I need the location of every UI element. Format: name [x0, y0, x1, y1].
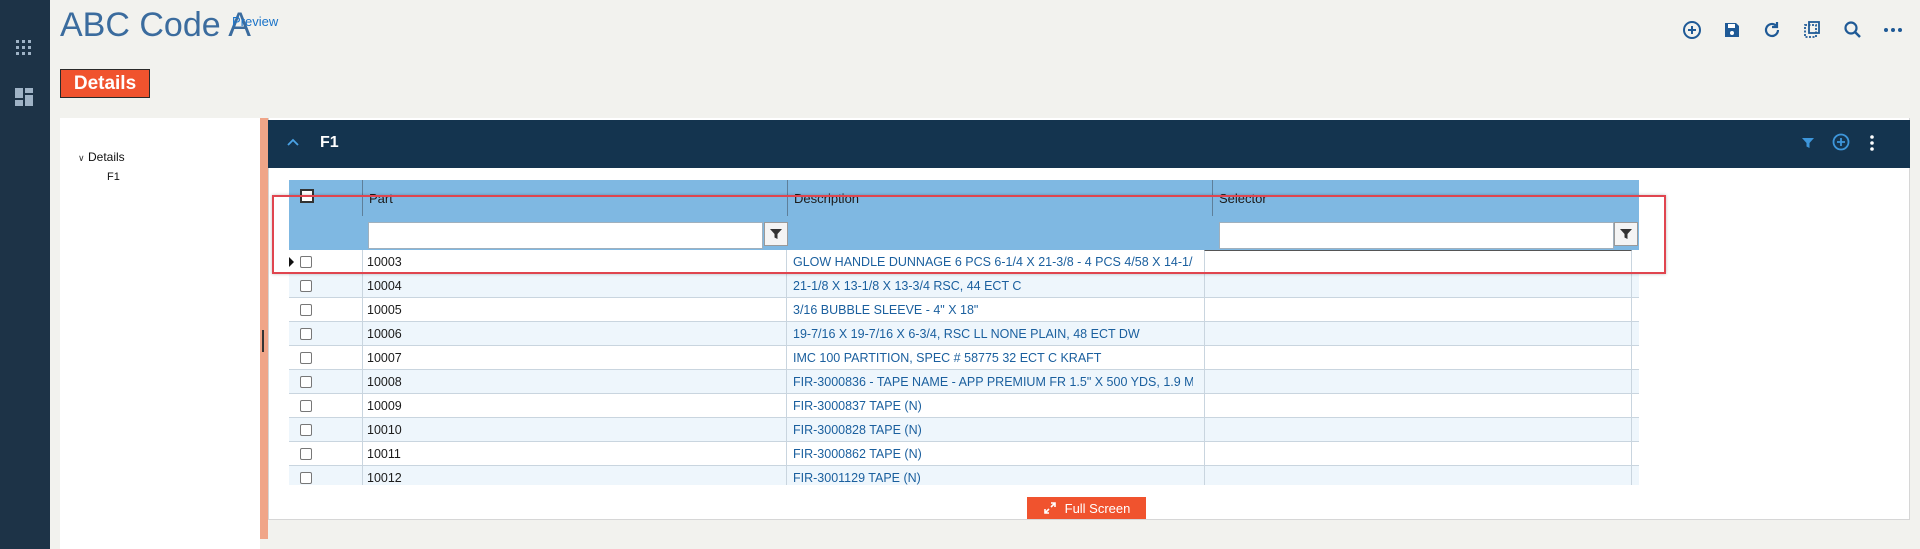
- navigation-tree: ∨ Details F1: [60, 118, 260, 549]
- filter-icon[interactable]: [1799, 134, 1817, 152]
- details-button[interactable]: Details: [60, 69, 150, 98]
- dashboard-icon[interactable]: [13, 86, 35, 108]
- table-row[interactable]: 10011 FIR-3000862 TAPE (N): [289, 442, 1639, 466]
- table-row[interactable]: 10012 FIR-3001129 TAPE (N): [289, 466, 1639, 485]
- cell-selector[interactable]: [1204, 466, 1632, 485]
- save-icon[interactable]: [1720, 18, 1744, 42]
- add-circle-icon[interactable]: [1831, 132, 1851, 152]
- chevron-up-icon[interactable]: [286, 136, 300, 150]
- menu-icon[interactable]: [13, 0, 35, 10]
- search-icon[interactable]: [1841, 18, 1865, 42]
- cell-part[interactable]: 10007: [367, 351, 402, 365]
- card-header: F1: [268, 120, 1910, 168]
- cell-selector[interactable]: [1204, 346, 1632, 369]
- cell-selector[interactable]: [1204, 418, 1632, 441]
- grid-rows: 10003 GLOW HANDLE DUNNAGE 6 PCS 6-1/4 X …: [289, 250, 1639, 485]
- preview-badge: Preview: [232, 14, 279, 29]
- chevron-down-icon[interactable]: ∨: [78, 153, 88, 164]
- row-checkbox[interactable]: [300, 328, 312, 340]
- cell-part[interactable]: 10006: [367, 327, 402, 341]
- cell-description[interactable]: FIR-3000828 TAPE (N): [793, 423, 1193, 437]
- highlight-box: [272, 195, 1666, 274]
- row-checkbox[interactable]: [300, 400, 312, 412]
- cell-selector[interactable]: [1204, 298, 1632, 321]
- cell-description[interactable]: 21-1/8 X 13-1/8 X 13-3/4 RSC, 44 ECT C: [793, 279, 1193, 293]
- cell-description[interactable]: FIR-3001129 TAPE (N): [793, 471, 1193, 485]
- left-nav-rail: [0, 0, 50, 549]
- cell-selector[interactable]: [1204, 274, 1632, 297]
- cell-part[interactable]: 10009: [367, 399, 402, 413]
- cell-description[interactable]: 3/16 BUBBLE SLEEVE - 4" X 18": [793, 303, 1193, 317]
- row-checkbox[interactable]: [300, 376, 312, 388]
- cell-part[interactable]: 10010: [367, 423, 402, 437]
- more-horizontal-icon[interactable]: [1881, 18, 1905, 42]
- table-row[interactable]: 10007 IMC 100 PARTITION, SPEC # 58775 32…: [289, 346, 1639, 370]
- table-row[interactable]: 10009 FIR-3000837 TAPE (N): [289, 394, 1639, 418]
- full-screen-button[interactable]: Full Screen: [1027, 497, 1146, 519]
- cell-description[interactable]: 19-7/16 X 19-7/16 X 6-3/4, RSC LL NONE P…: [793, 327, 1193, 341]
- cell-selector[interactable]: [1204, 394, 1632, 417]
- row-checkbox[interactable]: [300, 304, 312, 316]
- full-screen-label: Full Screen: [1064, 500, 1131, 516]
- table-row[interactable]: 10006 19-7/16 X 19-7/16 X 6-3/4, RSC LL …: [289, 322, 1639, 346]
- cell-description[interactable]: FIR-3000836 - TAPE NAME - APP PREMIUM FR…: [793, 375, 1193, 389]
- cell-selector[interactable]: [1204, 370, 1632, 393]
- splitter-handle[interactable]: [262, 330, 264, 352]
- cell-part[interactable]: 10005: [367, 303, 402, 317]
- expand-icon: [1043, 501, 1057, 515]
- cell-description[interactable]: IMC 100 PARTITION, SPEC # 58775 32 ECT C…: [793, 351, 1193, 365]
- table-row[interactable]: 10010 FIR-3000828 TAPE (N): [289, 418, 1639, 442]
- card-title: F1: [320, 134, 339, 151]
- cell-part[interactable]: 10012: [367, 471, 402, 485]
- cell-selector[interactable]: [1204, 442, 1632, 465]
- panel-divider: [260, 118, 268, 539]
- table-row[interactable]: 10005 3/16 BUBBLE SLEEVE - 4" X 18": [289, 298, 1639, 322]
- refresh-icon[interactable]: [1760, 18, 1784, 42]
- cell-part[interactable]: 10004: [367, 279, 402, 293]
- page-title: ABC Code A: [60, 6, 251, 44]
- cell-part[interactable]: 10011: [367, 447, 401, 461]
- cell-part[interactable]: 10008: [367, 375, 402, 389]
- table-row[interactable]: 10004 21-1/8 X 13-1/8 X 13-3/4 RSC, 44 E…: [289, 274, 1639, 298]
- row-checkbox[interactable]: [300, 352, 312, 364]
- row-checkbox[interactable]: [300, 472, 312, 484]
- row-checkbox[interactable]: [300, 280, 312, 292]
- cell-description[interactable]: FIR-3000837 TAPE (N): [793, 399, 1193, 413]
- cell-description[interactable]: FIR-3000862 TAPE (N): [793, 447, 1193, 461]
- tree-node-f1[interactable]: F1: [107, 171, 120, 183]
- row-checkbox[interactable]: [300, 448, 312, 460]
- more-vertical-icon[interactable]: [1868, 134, 1876, 152]
- table-row[interactable]: 10008 FIR-3000836 - TAPE NAME - APP PREM…: [289, 370, 1639, 394]
- cell-selector[interactable]: [1204, 322, 1632, 345]
- add-circle-icon[interactable]: [1680, 18, 1704, 42]
- copy-icon[interactable]: [1800, 18, 1824, 42]
- row-checkbox[interactable]: [300, 424, 312, 436]
- apps-grid-icon[interactable]: [13, 37, 35, 59]
- tree-node-details[interactable]: ∨ Details: [78, 150, 125, 164]
